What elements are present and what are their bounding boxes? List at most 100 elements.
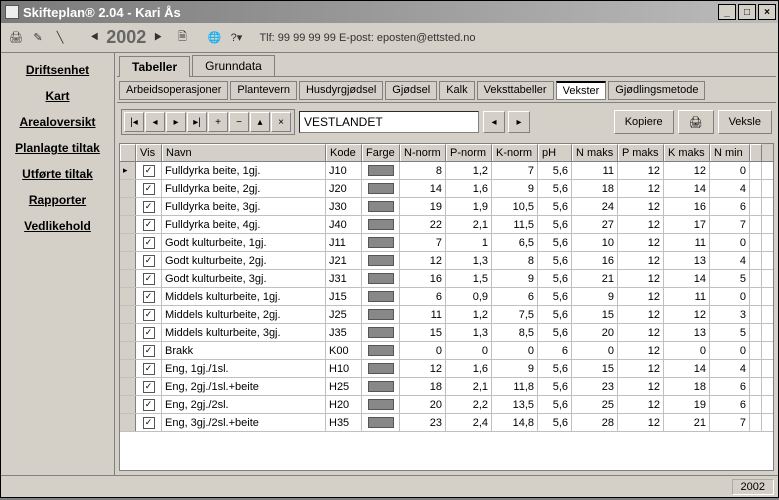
cell-n-norm[interactable]: 19 xyxy=(400,198,446,215)
cell-navn[interactable]: Godt kulturbeite, 3gj. xyxy=(162,270,326,287)
cell-vis[interactable]: ✓ xyxy=(136,396,162,413)
cell-ph[interactable]: 5,6 xyxy=(538,288,572,305)
minimize-button[interactable]: _ xyxy=(718,4,736,20)
col-kode[interactable]: Kode xyxy=(326,144,362,161)
region-select[interactable]: VESTLANDET xyxy=(299,111,479,133)
nav-cancel-button[interactable]: × xyxy=(271,112,291,132)
cell-navn[interactable]: Middels kulturbeite, 1gj. xyxy=(162,288,326,305)
sidebar-item-rapporter[interactable]: Rapporter xyxy=(29,193,86,207)
cell-p-norm[interactable]: 1,3 xyxy=(446,324,492,341)
cell-n-min[interactable]: 4 xyxy=(710,360,750,377)
subtab-husdyrgjodsel[interactable]: Husdyrgjødsel xyxy=(299,81,383,100)
cell-p-maks[interactable]: 12 xyxy=(618,378,664,395)
cell-farge[interactable] xyxy=(362,342,400,359)
cell-vis[interactable]: ✓ xyxy=(136,198,162,215)
cell-k-norm[interactable]: 13,5 xyxy=(492,396,538,413)
cell-p-maks[interactable]: 12 xyxy=(618,270,664,287)
cell-farge[interactable] xyxy=(362,180,400,197)
print-grid-button[interactable]: 🖨 xyxy=(678,110,714,134)
table-row[interactable]: ✓Eng, 2gj./1sl.+beiteH25182,111,85,62312… xyxy=(120,378,773,396)
tool-icon[interactable]: ✎ xyxy=(29,29,47,47)
cell-farge[interactable] xyxy=(362,396,400,413)
subtab-veksttabeller[interactable]: Veksttabeller xyxy=(477,81,554,100)
cell-n-maks[interactable]: 21 xyxy=(572,270,618,287)
cell-k-maks[interactable]: 19 xyxy=(664,396,710,413)
cell-farge[interactable] xyxy=(362,360,400,377)
cell-n-maks[interactable]: 20 xyxy=(572,324,618,341)
cell-k-norm[interactable]: 6 xyxy=(492,288,538,305)
cell-p-maks[interactable]: 12 xyxy=(618,342,664,359)
cell-n-maks[interactable]: 24 xyxy=(572,198,618,215)
cell-ph[interactable]: 6 xyxy=(538,342,572,359)
cell-vis[interactable]: ✓ xyxy=(136,162,162,179)
table-row[interactable]: ✓Fulldyrka beite, 4gj.J40222,111,55,6271… xyxy=(120,216,773,234)
cell-n-norm[interactable]: 6 xyxy=(400,288,446,305)
sidebar-item-arealoversikt[interactable]: Arealoversikt xyxy=(19,115,95,129)
table-row[interactable]: ✓Middels kulturbeite, 1gj.J1560,965,6912… xyxy=(120,288,773,306)
cell-k-maks[interactable]: 0 xyxy=(664,342,710,359)
nav-prev-button[interactable]: ◂ xyxy=(145,112,165,132)
cell-navn[interactable]: Godt kulturbeite, 1gj. xyxy=(162,234,326,251)
cell-n-min[interactable]: 5 xyxy=(710,324,750,341)
cell-p-norm[interactable]: 1,3 xyxy=(446,252,492,269)
cell-farge[interactable] xyxy=(362,162,400,179)
cell-p-maks[interactable]: 12 xyxy=(618,162,664,179)
cell-k-norm[interactable]: 11,5 xyxy=(492,216,538,233)
cell-ph[interactable]: 5,6 xyxy=(538,198,572,215)
cell-k-maks[interactable]: 14 xyxy=(664,360,710,377)
cell-n-min[interactable]: 4 xyxy=(710,180,750,197)
cell-k-maks[interactable]: 16 xyxy=(664,198,710,215)
cell-n-min[interactable]: 0 xyxy=(710,162,750,179)
cell-n-min[interactable]: 6 xyxy=(710,198,750,215)
table-row[interactable]: ▸✓Fulldyrka beite, 1gj.J1081,275,6111212… xyxy=(120,162,773,180)
cell-ph[interactable]: 5,6 xyxy=(538,234,572,251)
cell-farge[interactable] xyxy=(362,306,400,323)
cell-n-min[interactable]: 5 xyxy=(710,270,750,287)
col-n-min[interactable]: N min xyxy=(710,144,750,161)
cell-p-maks[interactable]: 12 xyxy=(618,396,664,413)
cell-n-norm[interactable]: 12 xyxy=(400,360,446,377)
cell-k-maks[interactable]: 12 xyxy=(664,162,710,179)
cell-n-min[interactable]: 7 xyxy=(710,414,750,431)
cell-farge[interactable] xyxy=(362,414,400,431)
cell-p-norm[interactable]: 1,6 xyxy=(446,360,492,377)
nav-first-button[interactable]: |◂ xyxy=(124,112,144,132)
nav-delete-button[interactable]: − xyxy=(229,112,249,132)
cell-k-norm[interactable]: 9 xyxy=(492,180,538,197)
cell-ph[interactable]: 5,6 xyxy=(538,378,572,395)
cell-n-min[interactable]: 3 xyxy=(710,306,750,323)
cell-k-maks[interactable]: 12 xyxy=(664,306,710,323)
cell-n-norm[interactable]: 16 xyxy=(400,270,446,287)
cell-n-norm[interactable]: 11 xyxy=(400,306,446,323)
cell-n-min[interactable]: 6 xyxy=(710,378,750,395)
cell-p-maks[interactable]: 12 xyxy=(618,414,664,431)
cell-p-maks[interactable]: 12 xyxy=(618,306,664,323)
col-navn[interactable]: Navn xyxy=(162,144,326,161)
cell-n-min[interactable]: 0 xyxy=(710,288,750,305)
subtab-arbeidsoperasjoner[interactable]: Arbeidsoperasjoner xyxy=(119,81,228,100)
cell-ph[interactable]: 5,6 xyxy=(538,180,572,197)
cell-vis[interactable]: ✓ xyxy=(136,234,162,251)
cell-kode[interactable]: J40 xyxy=(326,216,362,233)
cell-p-maks[interactable]: 12 xyxy=(618,324,664,341)
sidebar-item-utforte-tiltak[interactable]: Utførte tiltak xyxy=(22,167,93,181)
cell-navn[interactable]: Eng, 2gj./1sl.+beite xyxy=(162,378,326,395)
cell-p-norm[interactable]: 0,9 xyxy=(446,288,492,305)
close-button[interactable]: × xyxy=(758,4,776,20)
cell-navn[interactable]: Fulldyrka beite, 1gj. xyxy=(162,162,326,179)
cell-navn[interactable]: Eng, 1gj./1sl. xyxy=(162,360,326,377)
cell-ph[interactable]: 5,6 xyxy=(538,216,572,233)
cell-p-norm[interactable]: 2,1 xyxy=(446,378,492,395)
cell-n-maks[interactable]: 28 xyxy=(572,414,618,431)
table-row[interactable]: ✓Eng, 3gj./2sl.+beiteH35232,414,85,62812… xyxy=(120,414,773,432)
table-row[interactable]: ✓Fulldyrka beite, 3gj.J30191,910,55,6241… xyxy=(120,198,773,216)
cell-k-maks[interactable]: 17 xyxy=(664,216,710,233)
col-farge[interactable]: Farge xyxy=(362,144,400,161)
print-icon[interactable]: 🖨 xyxy=(7,29,25,47)
cell-k-norm[interactable]: 11,8 xyxy=(492,378,538,395)
cell-k-norm[interactable]: 7 xyxy=(492,162,538,179)
cell-k-norm[interactable]: 6,5 xyxy=(492,234,538,251)
cell-kode[interactable]: J35 xyxy=(326,324,362,341)
cell-kode[interactable]: J10 xyxy=(326,162,362,179)
cell-navn[interactable]: Fulldyrka beite, 3gj. xyxy=(162,198,326,215)
